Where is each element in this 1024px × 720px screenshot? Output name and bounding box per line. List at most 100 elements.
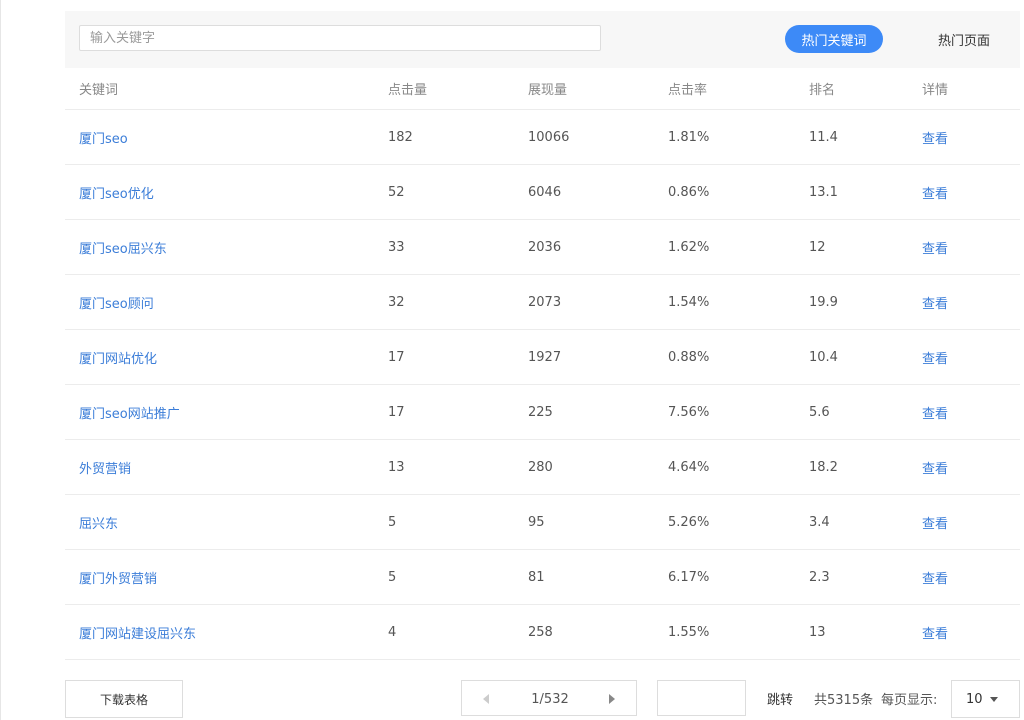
impressions-value: 2073	[528, 294, 562, 310]
left-divider	[0, 0, 1, 720]
view-detail-link[interactable]: 查看	[922, 605, 948, 659]
keyword-link[interactable]: 厦门seo网站推广	[79, 385, 180, 439]
table-row: 厦门seo顾问 32 2073 1.54% 19.9 查看	[65, 275, 1020, 330]
view-detail-link[interactable]: 查看	[922, 385, 948, 439]
impressions-value: 280	[528, 459, 553, 475]
keyword-link[interactable]: 厦门网站优化	[79, 330, 157, 384]
clicks-value: 4	[388, 624, 397, 640]
impressions-value: 2036	[528, 239, 562, 255]
rank-value: 12	[809, 239, 826, 255]
rank-value: 13.1	[809, 184, 838, 200]
jump-page-input[interactable]	[657, 680, 746, 716]
keyword-search-input[interactable]	[79, 25, 601, 51]
table-row: 厦门网站优化 17 1927 0.88% 10.4 查看	[65, 330, 1020, 385]
ctr-value: 1.55%	[668, 624, 710, 640]
table-row: 外贸营销 13 280 4.64% 18.2 查看	[65, 440, 1020, 495]
keyword-panel: 热门关键词 热门页面 关键词 点击量 展现量 点击率 排名 详情 厦门seo 1…	[65, 11, 1020, 720]
ctr-value: 1.54%	[668, 294, 710, 310]
chevron-right-icon	[609, 694, 615, 704]
rank-value: 5.6	[809, 404, 830, 420]
next-page-button[interactable]	[602, 689, 622, 709]
ctr-value: 7.56%	[668, 404, 710, 420]
ctr-value: 1.81%	[668, 129, 710, 145]
clicks-value: 182	[388, 129, 413, 145]
table-row: 厦门seo网站推广 17 225 7.56% 5.6 查看	[65, 385, 1020, 440]
keyword-link[interactable]: 厦门seo优化	[79, 165, 154, 219]
impressions-value: 1927	[528, 349, 562, 365]
clicks-value: 5	[388, 514, 397, 530]
ctr-value: 5.26%	[668, 514, 710, 530]
pagination: 1/532	[461, 680, 637, 716]
table-row: 厦门外贸营销 5 81 6.17% 2.3 查看	[65, 550, 1020, 605]
clicks-value: 17	[388, 349, 405, 365]
clicks-value: 32	[388, 294, 405, 310]
clicks-value: 52	[388, 184, 405, 200]
impressions-value: 81	[528, 569, 545, 585]
table-footer: 下载表格 1/532 跳转 共5315条 每页显示: 10	[65, 680, 1020, 720]
clicks-value: 13	[388, 459, 405, 475]
column-header-impressions: 展现量	[528, 83, 568, 98]
ctr-value: 1.62%	[668, 239, 710, 255]
clicks-value: 17	[388, 404, 405, 420]
jump-button[interactable]: 跳转	[759, 686, 801, 710]
rank-value: 13	[809, 624, 826, 640]
column-header-keyword: 关键词	[79, 83, 119, 98]
chevron-left-icon	[483, 694, 489, 704]
keyword-link[interactable]: 屈兴东	[79, 495, 118, 549]
ctr-value: 4.64%	[668, 459, 710, 475]
keyword-link[interactable]: 厦门seo屈兴东	[79, 220, 167, 274]
view-detail-link[interactable]: 查看	[922, 165, 948, 219]
view-detail-link[interactable]: 查看	[922, 220, 948, 274]
tab-hot-keywords[interactable]: 热门关键词	[785, 25, 883, 53]
column-header-ctr: 点击率	[668, 83, 708, 98]
toolbar: 热门关键词 热门页面	[65, 11, 1020, 68]
table-row: 厦门seo屈兴东 33 2036 1.62% 12 查看	[65, 220, 1020, 275]
page: 热门关键词 热门页面 关键词 点击量 展现量 点击率 排名 详情 厦门seo 1…	[0, 0, 1024, 720]
rank-value: 11.4	[809, 129, 838, 145]
rank-value: 2.3	[809, 569, 830, 585]
rank-value: 10.4	[809, 349, 838, 365]
impressions-value: 95	[528, 514, 545, 530]
ctr-value: 0.88%	[668, 349, 710, 365]
table-row: 厦门seo 182 10066 1.81% 11.4 查看	[65, 110, 1020, 165]
download-table-button[interactable]: 下载表格	[65, 680, 183, 718]
keyword-link[interactable]: 厦门seo顾问	[79, 275, 154, 329]
caret-down-icon	[990, 697, 998, 702]
view-detail-link[interactable]: 查看	[922, 495, 948, 549]
view-detail-link[interactable]: 查看	[922, 440, 948, 494]
column-header-detail: 详情	[922, 83, 949, 98]
table-header: 关键词 点击量 展现量 点击率 排名 详情	[65, 68, 1020, 110]
per-page-label: 每页显示:	[881, 692, 938, 708]
keyword-link[interactable]: 厦门网站建设屈兴东	[79, 605, 196, 659]
impressions-value: 6046	[528, 184, 562, 200]
rank-value: 3.4	[809, 514, 830, 530]
view-detail-link[interactable]: 查看	[922, 550, 948, 604]
table-row: 厦门seo优化 52 6046 0.86% 13.1 查看	[65, 165, 1020, 220]
rank-value: 19.9	[809, 294, 838, 310]
clicks-value: 33	[388, 239, 405, 255]
ctr-value: 0.86%	[668, 184, 710, 200]
prev-page-button[interactable]	[476, 689, 496, 709]
clicks-value: 5	[388, 569, 397, 585]
keyword-link[interactable]: 厦门seo	[79, 110, 128, 164]
impressions-value: 225	[528, 404, 553, 420]
impressions-value: 258	[528, 624, 553, 640]
keyword-link[interactable]: 外贸营销	[79, 440, 131, 494]
table-row: 屈兴东 5 95 5.26% 3.4 查看	[65, 495, 1020, 550]
table-row: 厦门网站建设屈兴东 4 258 1.55% 13 查看	[65, 605, 1020, 660]
keyword-table: 关键词 点击量 展现量 点击率 排名 详情 厦门seo 182 10066 1.…	[65, 68, 1020, 660]
keyword-link[interactable]: 厦门外贸营销	[79, 550, 157, 604]
column-header-rank: 排名	[809, 83, 836, 98]
tab-hot-pages[interactable]: 热门页面	[920, 25, 1008, 53]
column-header-clicks: 点击量	[388, 83, 428, 98]
page-indicator: 1/532	[531, 691, 569, 707]
rank-value: 18.2	[809, 459, 838, 475]
per-page-value: 10	[966, 691, 983, 707]
per-page-select[interactable]: 10	[951, 680, 1020, 718]
ctr-value: 6.17%	[668, 569, 710, 585]
view-detail-link[interactable]: 查看	[922, 275, 948, 329]
view-detail-link[interactable]: 查看	[922, 110, 948, 164]
view-detail-link[interactable]: 查看	[922, 330, 948, 384]
total-count: 共5315条	[814, 692, 874, 708]
impressions-value: 10066	[528, 129, 570, 145]
